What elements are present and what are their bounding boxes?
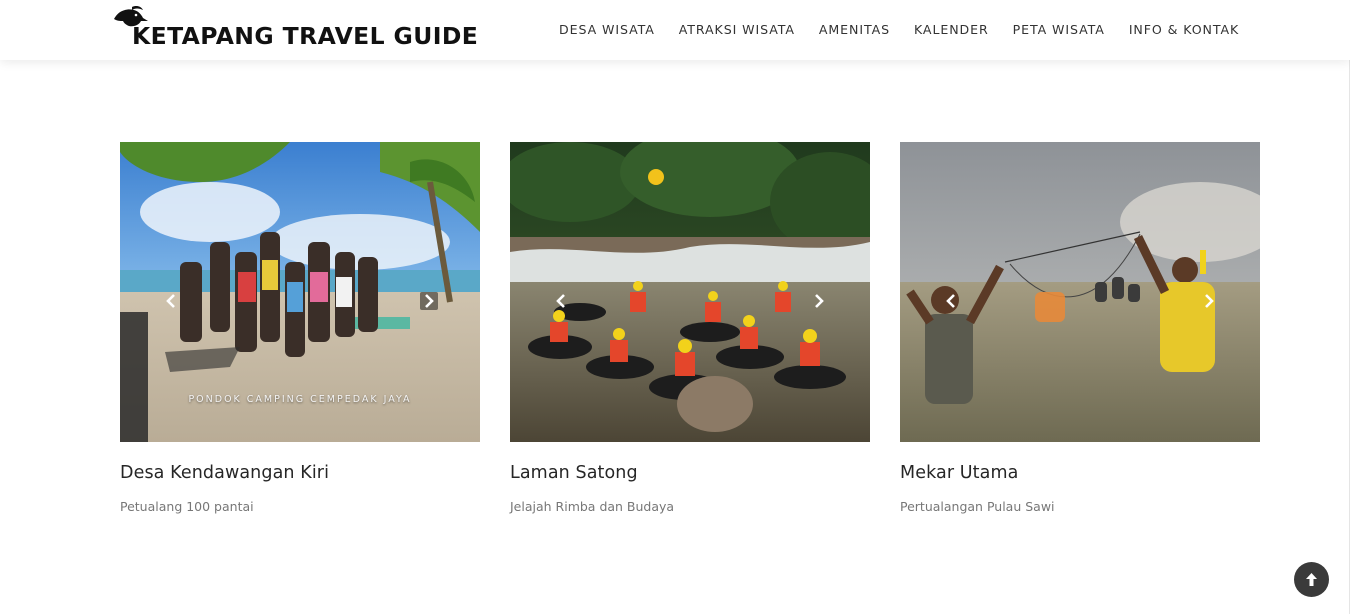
logo-text: KETAPANG TRAVEL GUIDE: [132, 22, 479, 50]
chevron-right-icon[interactable]: [1200, 292, 1218, 310]
card-title[interactable]: Laman Satong: [510, 463, 870, 483]
chevron-left-icon[interactable]: [162, 292, 180, 310]
arrow-up-icon: [1306, 573, 1317, 586]
chevron-right-icon[interactable]: [420, 292, 438, 310]
scroll-to-top-button[interactable]: [1294, 562, 1329, 597]
nav-amenitas[interactable]: AMENITAS: [819, 22, 890, 37]
destination-card-laman-satong: Laman Satong Jelajah Rimba dan Budaya: [510, 142, 870, 514]
chevron-left-icon[interactable]: [552, 292, 570, 310]
nav-desa-wisata[interactable]: DESA WISATA: [559, 22, 655, 37]
chevron-right-icon[interactable]: [810, 292, 828, 310]
nav-peta-wisata[interactable]: PETA WISATA: [1013, 22, 1105, 37]
card-subtitle: Petualang 100 pantai: [120, 499, 254, 514]
card-image-slider[interactable]: [510, 142, 870, 442]
nav-info-kontak[interactable]: INFO & KONTAK: [1129, 22, 1239, 37]
destination-card-mekar-utama: Mekar Utama Pertualangan Pulau Sawi: [900, 142, 1260, 514]
card-image-slider[interactable]: [900, 142, 1260, 442]
main-nav: DESA WISATA ATRAKSI WISATA AMENITAS KALE…: [559, 22, 1239, 37]
site-header: KETAPANG TRAVEL GUIDE DESA WISATA ATRAKS…: [0, 0, 1350, 60]
chevron-left-icon[interactable]: [942, 292, 960, 310]
card-subtitle: Pertualangan Pulau Sawi: [900, 499, 1055, 514]
site-logo[interactable]: KETAPANG TRAVEL GUIDE: [112, 5, 497, 53]
card-image-slider[interactable]: PONDOK CAMPING CEMPEDAK JAYA: [120, 142, 480, 442]
card-subtitle: Jelajah Rimba dan Budaya: [510, 499, 675, 514]
nav-atraksi-wisata[interactable]: ATRAKSI WISATA: [679, 22, 795, 37]
card-title[interactable]: Mekar Utama: [900, 463, 1260, 483]
destination-card-kendawangan: PONDOK CAMPING CEMPEDAK JAYA Desa Kendaw…: [120, 142, 480, 514]
destination-cards: PONDOK CAMPING CEMPEDAK JAYA Desa Kendaw…: [120, 142, 1260, 522]
card-title[interactable]: Desa Kendawangan Kiri: [120, 463, 480, 483]
image-caption: PONDOK CAMPING CEMPEDAK JAYA: [188, 394, 412, 405]
nav-kalender[interactable]: KALENDER: [914, 22, 989, 37]
